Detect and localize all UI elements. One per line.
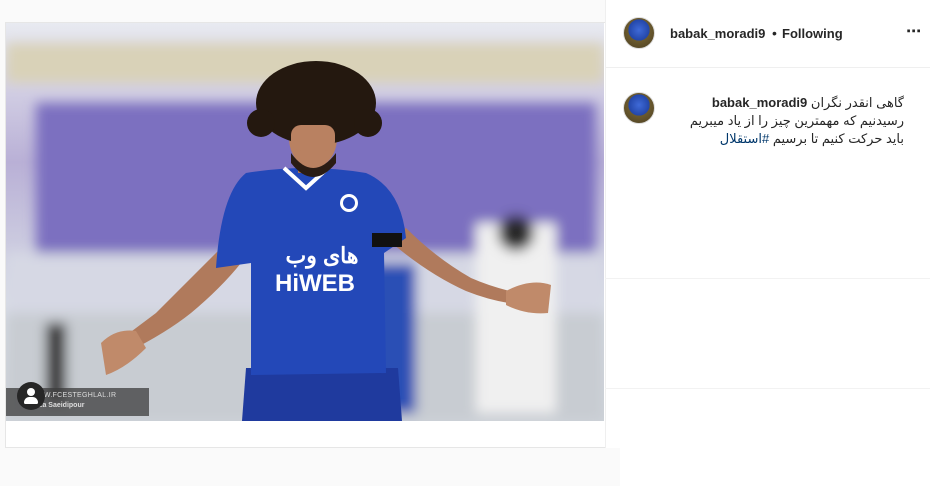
page-bottom	[0, 448, 620, 486]
football-player-photo: های وب HiWEB	[6, 23, 604, 421]
follow-button[interactable]: Following	[782, 26, 843, 41]
caption-username[interactable]: babak_moradi9	[712, 95, 807, 110]
jersey-sponsor-en: HiWEB	[275, 270, 355, 297]
post-image[interactable]: های وب HiWEB	[6, 23, 604, 421]
instagram-post-view: های وب HiWEB WWW.FCESTEGHLAL.IR Reza Sae…	[0, 0, 930, 486]
jersey-sponsor-fa: های وب	[286, 243, 359, 269]
caption-line-1: گاهی انقدر نگران	[810, 95, 904, 110]
hashtag-link[interactable]: #استقلال	[720, 131, 769, 146]
caption-line-2: رسیدنیم که مهمترین چیز را از یاد میبریم	[689, 113, 904, 128]
header-username[interactable]: babak_moradi9	[670, 26, 765, 41]
separator-dot: •	[772, 25, 777, 41]
caption-text: گاهی انقدر نگران babak_moradi9 رسیدنیم ک…	[672, 94, 904, 148]
post-header: babak_moradi9 • Following ⋯	[606, 0, 930, 68]
caption-avatar[interactable]	[623, 92, 655, 124]
divider	[605, 278, 930, 279]
caption-line-3: باید حرکت کنیم تا برسیم	[772, 131, 904, 146]
divider	[605, 388, 930, 389]
post-sidebar: babak_moradi9 • Following ⋯ گاهی انقدر ن…	[605, 0, 930, 486]
avatar[interactable]	[623, 17, 655, 49]
user-tag-icon[interactable]	[17, 382, 45, 410]
more-options-icon[interactable]: ⋯	[906, 22, 922, 40]
